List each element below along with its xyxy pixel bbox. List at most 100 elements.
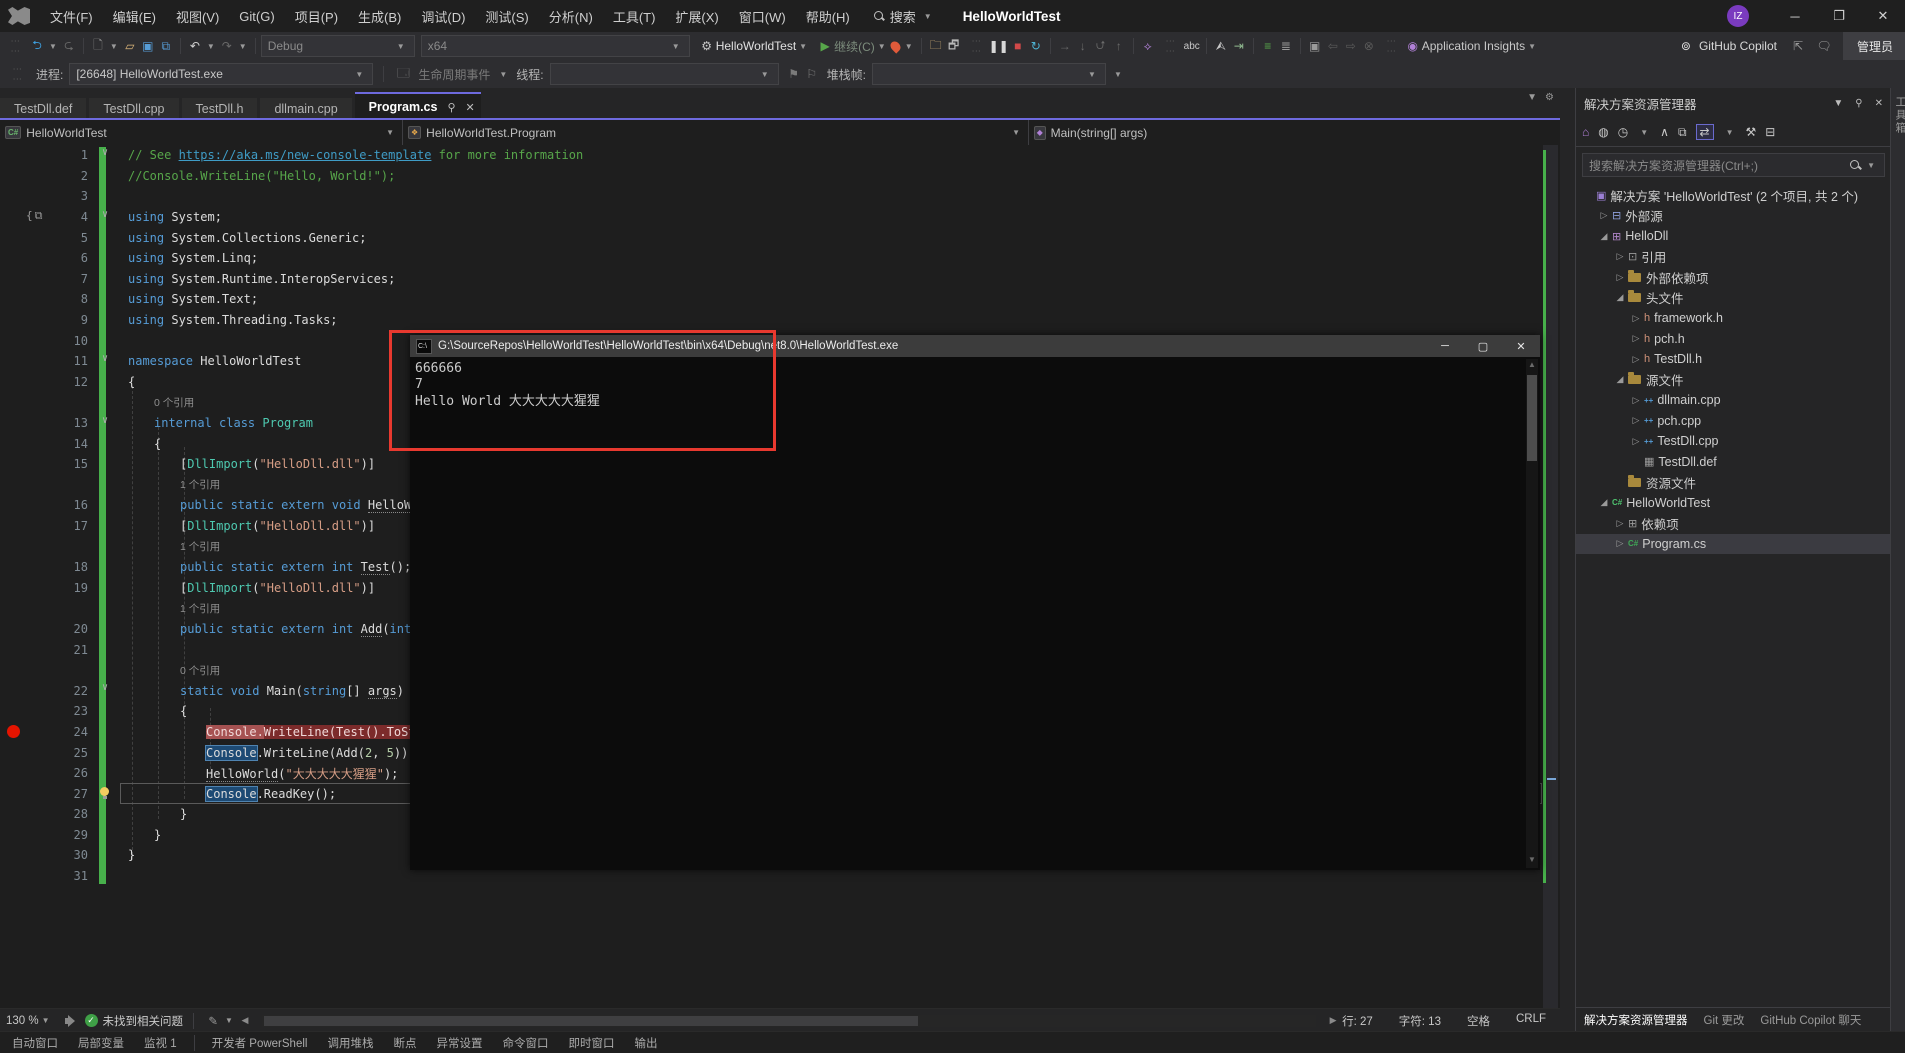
nav-close-button[interactable]: ⊗: [1360, 36, 1378, 56]
menu-item[interactable]: Git(G): [229, 0, 284, 32]
properties-wrench-icon[interactable]: ⚒: [1746, 125, 1757, 139]
tree-item[interactable]: ◢C#HelloWorldTest: [1576, 493, 1891, 514]
process-dropdown[interactable]: [26648] HelloWorldTest.exe▼: [69, 63, 373, 85]
scrollbar-thumb[interactable]: [264, 1016, 918, 1026]
configuration-dropdown[interactable]: Debug▼: [261, 35, 415, 57]
tree-item[interactable]: ▷++dllmain.cpp: [1576, 390, 1891, 411]
tool-window-tab[interactable]: 监视 1: [136, 1032, 185, 1053]
editor-vertical-scrollbar[interactable]: [1543, 145, 1558, 1008]
expand-arrow-icon[interactable]: ▷: [1614, 251, 1626, 262]
titlebar-search[interactable]: 搜索 ▼: [874, 7, 935, 26]
collapse-all-icon[interactable]: ∧: [1660, 125, 1669, 139]
nav-prev-button[interactable]: ⇦: [1324, 36, 1342, 56]
tree-item[interactable]: ▷++pch.cpp: [1576, 411, 1891, 432]
menu-item[interactable]: 调试(D): [411, 0, 475, 32]
pin-tab-icon[interactable]: ⚲: [447, 101, 455, 114]
menu-item[interactable]: 生成(B): [348, 0, 411, 32]
tree-item[interactable]: ◢⊞HelloDll: [1576, 226, 1891, 247]
redo-button[interactable]: ↷: [218, 36, 236, 56]
indent-more-button[interactable]: ⇥: [1230, 36, 1248, 56]
tree-item[interactable]: ▷⊡引用: [1576, 247, 1891, 268]
scroll-left-arrow-icon[interactable]: ◀: [236, 1011, 254, 1031]
minimize-button[interactable]: ─: [1773, 0, 1817, 32]
expand-arrow-icon[interactable]: ▷: [1614, 272, 1626, 283]
tree-item[interactable]: ▷⊟外部源: [1576, 206, 1891, 227]
tree-item[interactable]: ▷C#Program.cs: [1576, 534, 1891, 555]
tree-item[interactable]: ▷hpch.h: [1576, 329, 1891, 350]
menu-item[interactable]: 视图(V): [166, 0, 229, 32]
tool-window-tab[interactable]: 断点: [385, 1032, 424, 1053]
console-minimize-button[interactable]: ─: [1426, 335, 1464, 357]
tool-window-tab[interactable]: 命令窗口: [494, 1032, 556, 1053]
expand-arrow-icon[interactable]: ◢: [1598, 497, 1610, 508]
code-line-8[interactable]: 8using System.Text;: [0, 289, 1560, 310]
panel-tab[interactable]: GitHub Copilot 聊天: [1760, 1012, 1861, 1028]
expand-arrow-icon[interactable]: ▷: [1598, 210, 1610, 221]
stop-button[interactable]: ■: [1009, 36, 1027, 56]
close-button[interactable]: ✕: [1861, 0, 1905, 32]
pending-changes-filter-icon[interactable]: ◍: [1598, 125, 1608, 139]
document-options-gear-icon[interactable]: ⚙: [1545, 92, 1554, 103]
tree-item[interactable]: 资源文件: [1576, 472, 1891, 493]
close-tab-icon[interactable]: ✕: [466, 101, 475, 114]
code-line-2[interactable]: 2//Console.WriteLine("Hello, World!");: [0, 166, 1560, 187]
nav-next-button[interactable]: ⇨: [1342, 36, 1360, 56]
breadcrumb-member[interactable]: ⬥ Main(string[] args): [1029, 120, 1560, 145]
fold-chevron-icon[interactable]: ∨: [102, 209, 108, 220]
tool-window-tab[interactable]: 异常设置: [428, 1032, 490, 1053]
panel-splitter[interactable]: [1560, 88, 1575, 1031]
tool-window-tab[interactable]: 输出: [626, 1032, 665, 1053]
margin-adornment-icon[interactable]: {⧉: [26, 209, 44, 223]
solution-search-input[interactable]: 搜索解决方案资源管理器(Ctrl+;) ▼: [1582, 153, 1885, 177]
fold-chevron-icon[interactable]: ∨: [102, 682, 108, 693]
sync-selection-icon[interactable]: ⧉: [1678, 125, 1687, 140]
menu-item[interactable]: 帮助(H): [796, 0, 860, 32]
code-line-7[interactable]: 7using System.Runtime.InteropServices;: [0, 269, 1560, 290]
tree-item[interactable]: ▷⊞依赖项: [1576, 513, 1891, 534]
feedback-icon[interactable]: 🗨: [1815, 36, 1833, 56]
column-indicator[interactable]: 字符: 13: [1399, 1013, 1441, 1029]
tool-window-tab[interactable]: 开发者 PowerShell: [204, 1032, 316, 1053]
expand-arrow-icon[interactable]: ▷: [1630, 313, 1642, 324]
line-indicator[interactable]: 行: 27: [1342, 1013, 1373, 1029]
lifecycle-label[interactable]: 生命周期事件: [418, 66, 490, 83]
tool-window-tab[interactable]: 自动窗口: [4, 1032, 66, 1053]
flag-thread-button[interactable]: ⚑: [785, 64, 803, 84]
tree-item[interactable]: ▷++TestDll.cpp: [1576, 431, 1891, 452]
hot-reload-icon[interactable]: [888, 39, 902, 53]
menu-item[interactable]: 窗口(W): [729, 0, 796, 32]
expand-arrow-icon[interactable]: ◢: [1614, 374, 1626, 385]
continue-label[interactable]: 继续(C): [834, 38, 875, 55]
expand-arrow-icon[interactable]: ▷: [1630, 395, 1642, 406]
read-aloud-speaker-icon[interactable]: [65, 1015, 79, 1027]
stack-frame-dropdown[interactable]: ▼: [872, 63, 1106, 85]
spaces-indicator[interactable]: 空格: [1467, 1013, 1490, 1029]
console-close-button[interactable]: ✕: [1502, 335, 1540, 357]
tree-item[interactable]: ▷hframework.h: [1576, 308, 1891, 329]
menu-item[interactable]: 测试(S): [475, 0, 538, 32]
fold-chevron-icon[interactable]: ∨: [102, 353, 108, 364]
comment-lines-button[interactable]: ≡: [1259, 36, 1277, 56]
navigate-back-button[interactable]: ⮌: [28, 36, 46, 56]
unflag-thread-button[interactable]: ⚐: [803, 64, 821, 84]
undo-button[interactable]: ↶: [186, 36, 204, 56]
watch-abc-button[interactable]: abc: [1183, 36, 1201, 56]
panel-close-icon[interactable]: ✕: [1875, 98, 1883, 109]
save-all-button[interactable]: ⧉: [157, 36, 175, 56]
menu-item[interactable]: 文件(F): [40, 0, 103, 32]
scroll-up-arrow-icon[interactable]: ▲: [1526, 359, 1538, 371]
expand-arrow-icon[interactable]: ◢: [1614, 292, 1626, 303]
tree-item[interactable]: ▦TestDll.def: [1576, 452, 1891, 473]
restore-button[interactable]: ❐: [1817, 0, 1861, 32]
console-maximize-button[interactable]: ▢: [1464, 335, 1502, 357]
panel-chevron-down-icon[interactable]: ▼: [1833, 98, 1843, 109]
show-all-files-button[interactable]: 🗀: [927, 36, 945, 56]
thread-dropdown[interactable]: ▼: [550, 63, 779, 85]
toolbar-grip[interactable]: ⋮⋮: [12, 64, 23, 84]
user-avatar[interactable]: IZ: [1727, 5, 1749, 27]
sync-with-active-document-icon[interactable]: ⇄: [1696, 124, 1714, 140]
console-scrollbar[interactable]: ▲ ▼: [1526, 359, 1538, 868]
zoom-dropdown[interactable]: 130 %▼: [0, 1015, 59, 1027]
save-button[interactable]: ▣: [139, 36, 157, 56]
document-tab[interactable]: TestDll.h: [182, 98, 258, 120]
